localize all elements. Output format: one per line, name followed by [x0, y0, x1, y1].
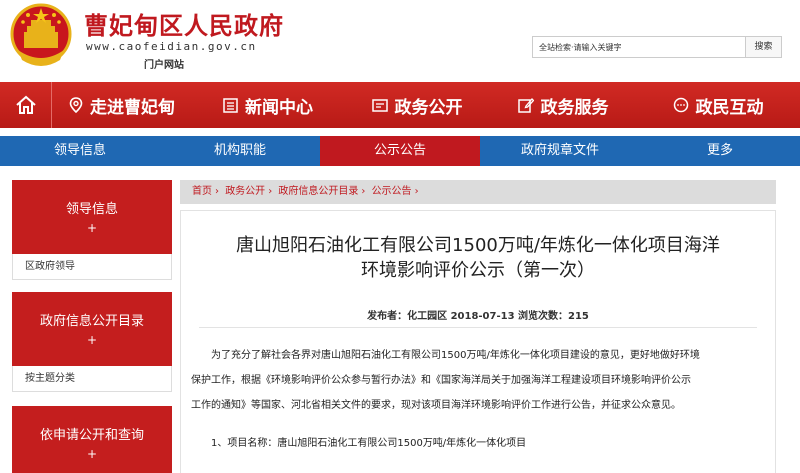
article-title-line: 环境影响评价公示（第一次） — [361, 260, 595, 281]
home-icon — [15, 95, 36, 114]
article-title-line: 唐山旭阳石油化工有限公司1500万吨/年炼化一体化项目海洋 — [236, 235, 720, 256]
nav-item-label: 政务公开 — [394, 97, 463, 118]
sidebar-link-district-leaders[interactable]: 区政府领导 — [12, 254, 172, 280]
sub-nav-announcements[interactable]: 公示公告 — [320, 136, 480, 166]
breadcrumb-home[interactable]: 首页 — [192, 186, 212, 197]
nav-item-intro[interactable]: 走进曹妃甸 — [52, 82, 192, 128]
sub-nav: 领导信息 机构职能 公示公告 政府规章文件 更多 — [0, 136, 800, 166]
news-list-icon — [223, 97, 238, 113]
site-header: 曹妃甸区人民政府 www.caofeidian.gov.cn 门户网站 全站检索… — [0, 0, 800, 82]
plus-icon: + — [86, 221, 98, 235]
chat-bubble-icon — [673, 97, 689, 113]
nav-item-services[interactable]: 政务服务 — [490, 82, 636, 128]
article-meta: 发布者：化工园区 2018-07-13 浏览次数：215 — [367, 311, 589, 322]
article-paragraph: 为了充分了解社会各界对唐山旭阳石油化工有限公司1500万吨/年炼化一体化项目建设… — [191, 343, 767, 418]
plus-icon: + — [86, 333, 98, 347]
paragraph-line: 保护工作，根据《环境影响评价公众参与暂行办法》和《国家海洋局关于加强海洋工程建设… — [191, 375, 691, 386]
sidebar-section-application-disclosure: 依申请公开和查询 + — [12, 406, 172, 473]
nav-item-label: 政务服务 — [540, 97, 609, 118]
location-pin-icon — [69, 97, 83, 113]
sidebar-link-by-topic[interactable]: 按主题分类 — [12, 366, 172, 392]
sidebar-section-disclosure-catalog: 政府信息公开目录 + 按主题分类 — [12, 292, 172, 392]
breadcrumb-gov-affairs[interactable]: 政务公开 — [225, 186, 265, 197]
sidebar-heading-label: 依申请公开和查询 — [39, 428, 144, 443]
breadcrumb-separator: › — [414, 186, 419, 197]
nav-item-label: 新闻中心 — [245, 97, 313, 118]
breadcrumb-separator: › — [361, 186, 366, 197]
home-button[interactable] — [0, 82, 52, 128]
sidebar-heading[interactable]: 政府信息公开目录 + — [12, 292, 172, 366]
nav-item-news[interactable]: 新闻中心 — [192, 82, 344, 128]
nav-item-interaction[interactable]: 政民互动 — [636, 82, 800, 128]
paragraph-line: 工作的通知》等国家、河北省相关文件的要求，现对该项目海洋环境影响评价工作进行公告… — [191, 400, 681, 411]
nav-item-label: 政民互动 — [695, 97, 764, 118]
article-paragraph: 1、项目名称：唐山旭阳石油化工有限公司1500万吨/年炼化一体化项目 — [211, 438, 527, 449]
sub-nav-more[interactable]: 更多 — [640, 136, 800, 166]
national-emblem-icon — [10, 3, 72, 66]
sidebar-heading-label: 领导信息 — [65, 202, 118, 217]
edit-icon — [517, 97, 534, 113]
sub-nav-regulations[interactable]: 政府规章文件 — [480, 136, 640, 166]
sidebar-heading[interactable]: 领导信息 + — [12, 180, 172, 254]
mail-document-icon — [371, 98, 388, 113]
search-input[interactable]: 全站检索·请输入关键字 — [532, 36, 746, 58]
breadcrumb-catalog[interactable]: 政府信息公开目录 — [278, 186, 358, 197]
sidebar-section-leaders: 领导信息 + 区政府领导 — [12, 180, 172, 280]
breadcrumb-announcements[interactable]: 公示公告 — [372, 186, 412, 197]
article: 唐山旭阳石油化工有限公司1500万吨/年炼化一体化项目海洋 环境影响评价公示（第… — [180, 210, 776, 473]
nav-item-label: 走进曹妃甸 — [90, 97, 175, 118]
main-nav: 走进曹妃甸 新闻中心 政务公开 政务服务 政民互动 — [0, 82, 800, 128]
sub-nav-functions[interactable]: 机构职能 — [160, 136, 320, 166]
nav-item-gov-affairs[interactable]: 政务公开 — [344, 82, 490, 128]
sidebar-heading-label: 政府信息公开目录 — [39, 314, 144, 329]
article-title: 唐山旭阳石油化工有限公司1500万吨/年炼化一体化项目海洋 环境影响评价公示（第… — [181, 233, 775, 283]
breadcrumb-separator: › — [268, 186, 273, 197]
sub-nav-leaders[interactable]: 领导信息 — [0, 136, 160, 166]
paragraph-line: 为了充分了解社会各界对唐山旭阳石油化工有限公司1500万吨/年炼化一体化项目建设… — [211, 350, 700, 361]
breadcrumb-separator: › — [215, 186, 219, 197]
site-title: 曹妃甸区人民政府 — [84, 11, 284, 40]
plus-icon: + — [86, 447, 98, 461]
sidebar-heading[interactable]: 依申请公开和查询 + — [12, 406, 172, 473]
site-url: www.caofeidian.gov.cn — [86, 40, 257, 53]
site-subtitle: 门户网站 — [144, 60, 184, 71]
divider — [199, 327, 757, 328]
breadcrumb: 首页 › 政务公开 › 政府信息公开目录 › 公示公告 › — [180, 180, 776, 204]
search-button[interactable]: 搜索 — [746, 36, 782, 58]
